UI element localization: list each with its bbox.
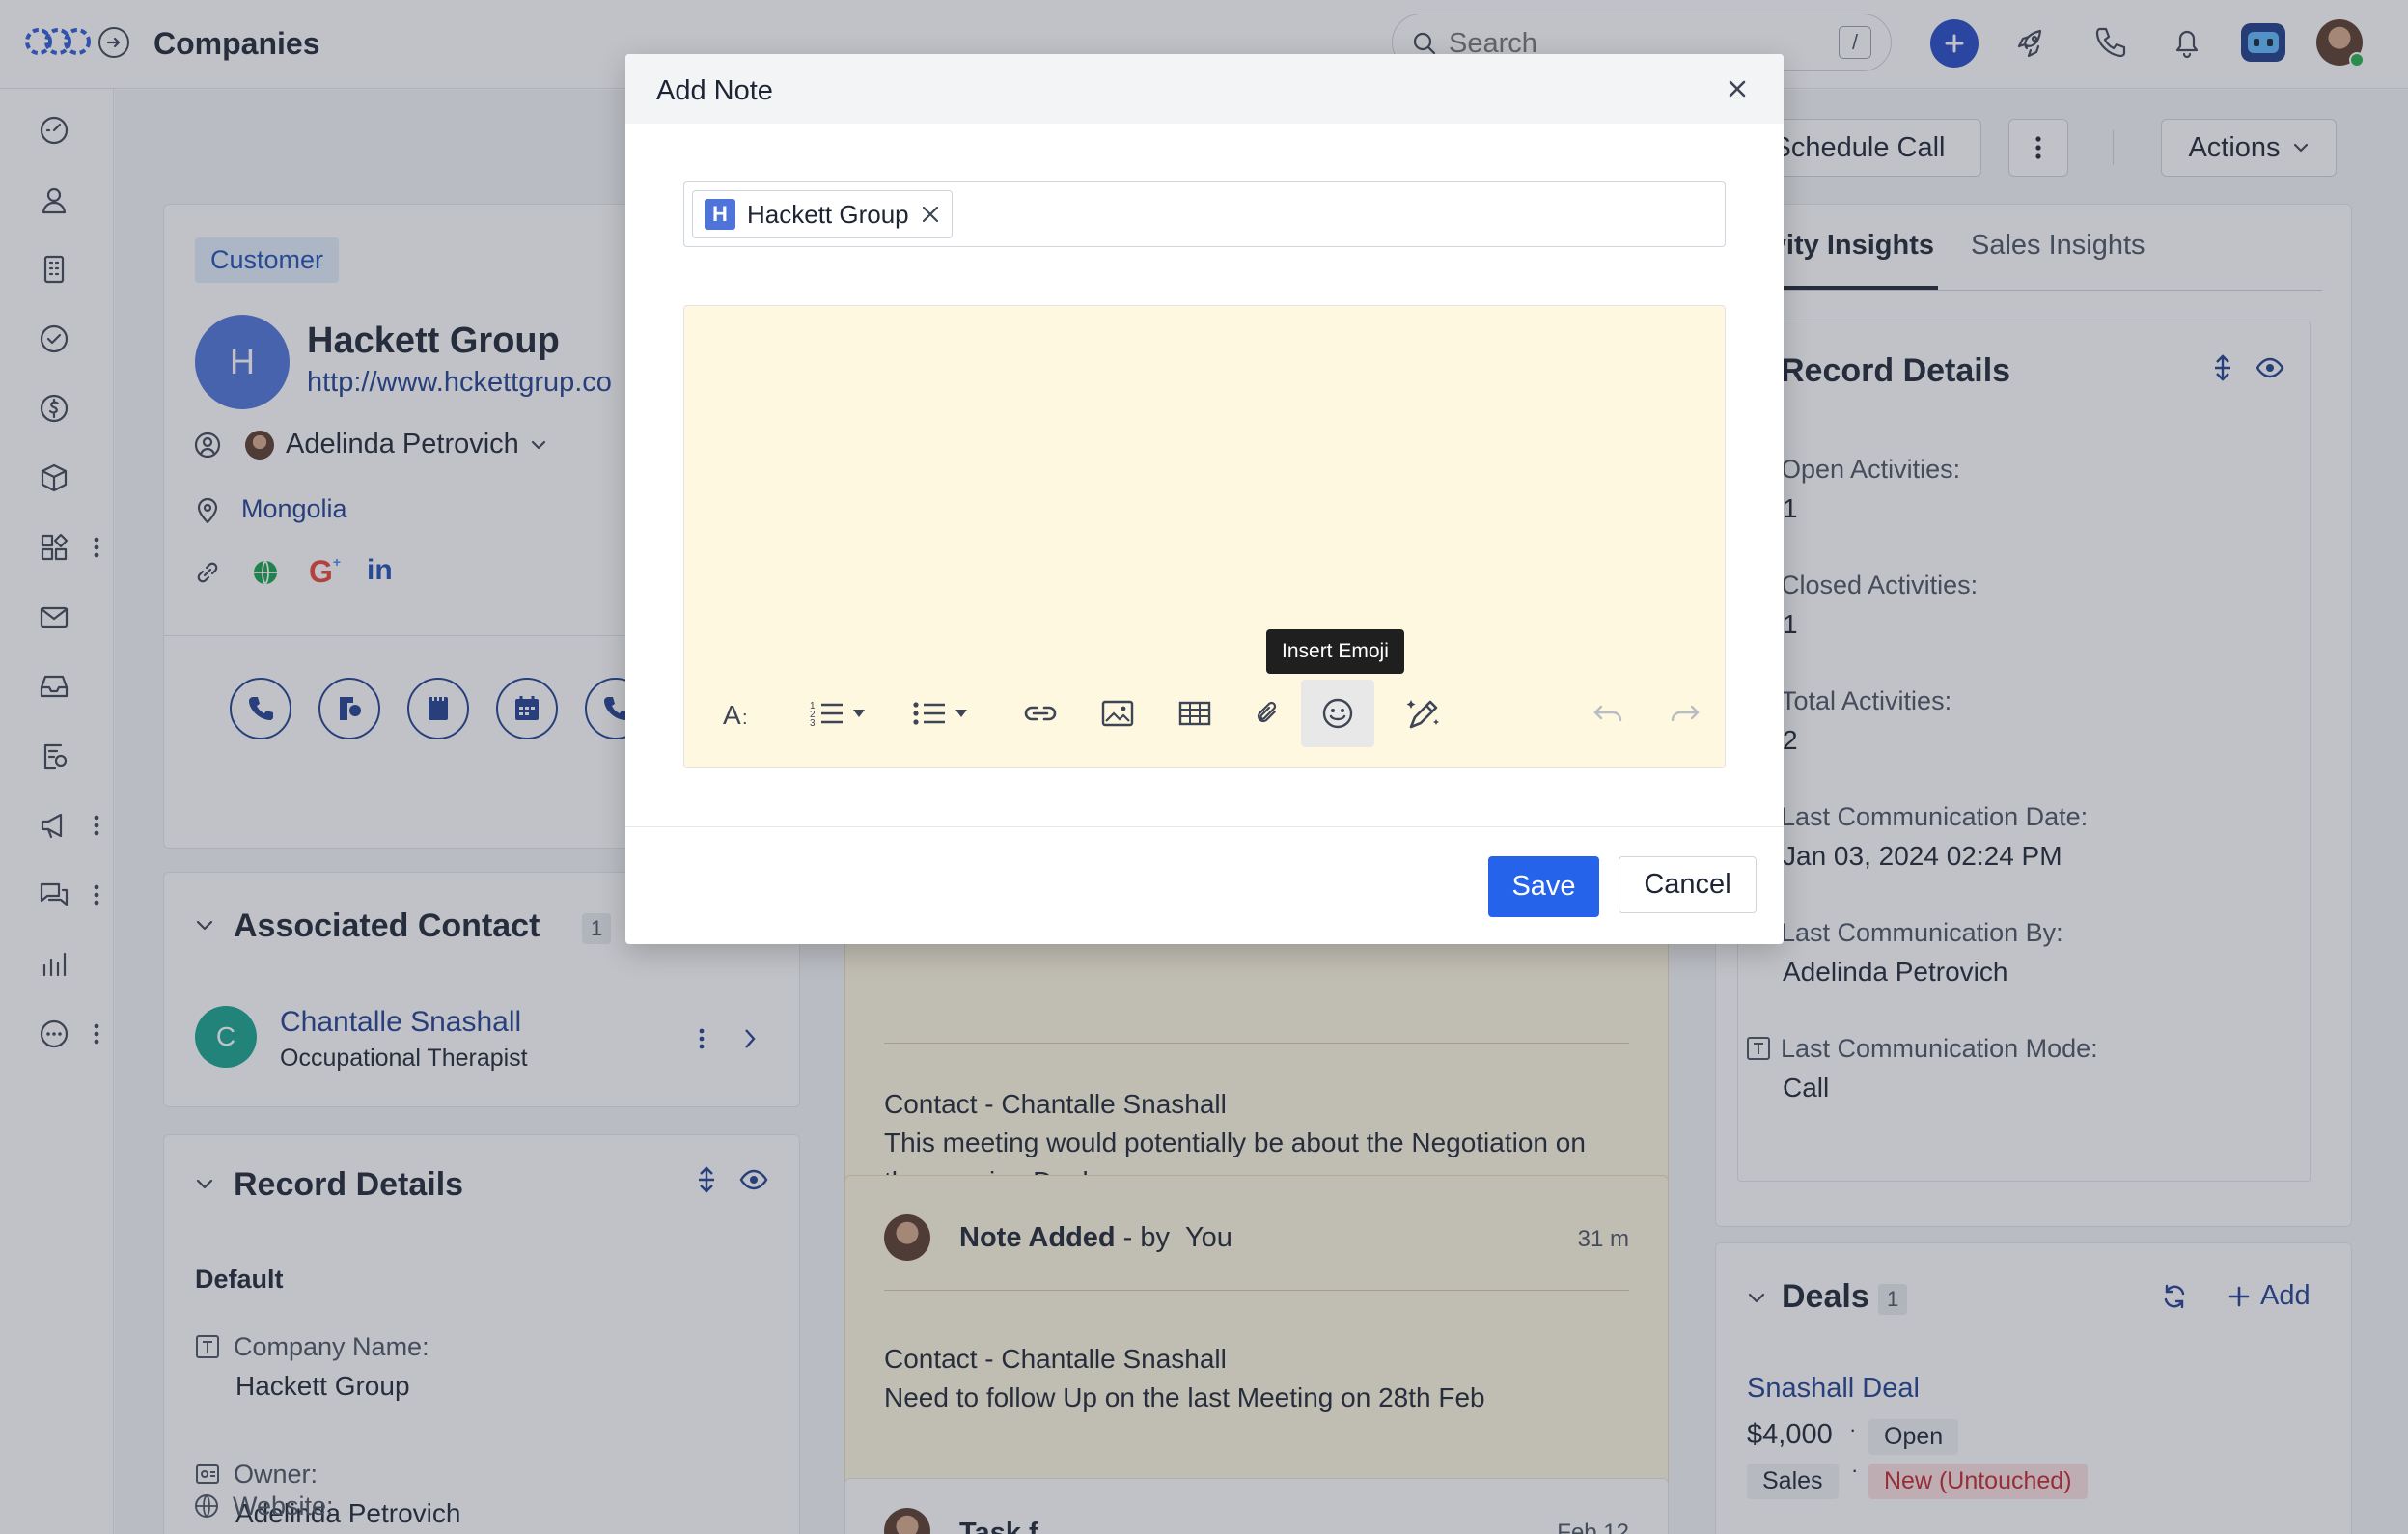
font-size-tool[interactable]: A: [712,680,766,747]
modal-footer-divider [625,826,1784,827]
chip-label: Hackett Group [747,199,909,229]
emoji-icon [1322,698,1353,729]
cancel-button[interactable]: Cancel [1619,856,1757,913]
related-record-chip: H Hackett Group [692,190,953,238]
redo-tool[interactable] [1658,680,1712,747]
related-record-field[interactable]: H Hackett Group [683,181,1726,247]
magic-pen-icon [1406,700,1439,729]
bullet-list-icon [913,702,945,725]
font-size-icon: A: [723,700,748,728]
attachment-tool[interactable] [1239,680,1297,747]
modal-title: Add Note [656,75,773,106]
save-button[interactable]: Save [1488,856,1599,917]
image-tool[interactable] [1089,680,1147,747]
insert-emoji-tooltip: Insert Emoji [1266,629,1404,674]
link-tool[interactable] [1011,680,1069,747]
add-note-modal: Add Note H Hackett Group Insert Emoji A:… [625,54,1784,944]
caret-down-icon[interactable] [955,709,968,718]
chip-remove-icon[interactable] [921,205,940,224]
svg-text::: : [742,708,748,728]
numbered-list-icon: 123 [810,701,843,728]
ai-writer-tool[interactable] [1394,680,1452,747]
numbered-list-tool[interactable]: 123 [799,680,876,747]
link-icon [1024,706,1057,721]
table-tool[interactable] [1166,680,1224,747]
bullet-list-tool[interactable] [901,680,979,747]
undo-icon [1593,705,1622,722]
redo-icon [1671,705,1700,722]
chip-avatar: H [705,199,735,230]
insert-emoji-tool[interactable] [1301,680,1374,747]
svg-text:A: A [723,700,741,728]
table-icon [1178,701,1211,726]
caret-down-icon[interactable] [852,709,866,718]
image-icon [1101,700,1134,727]
modal-header: Add Note [625,54,1784,124]
close-icon[interactable] [1726,77,1749,100]
undo-tool[interactable] [1581,680,1635,747]
svg-text:3: 3 [810,718,816,728]
paperclip-icon [1257,701,1277,723]
